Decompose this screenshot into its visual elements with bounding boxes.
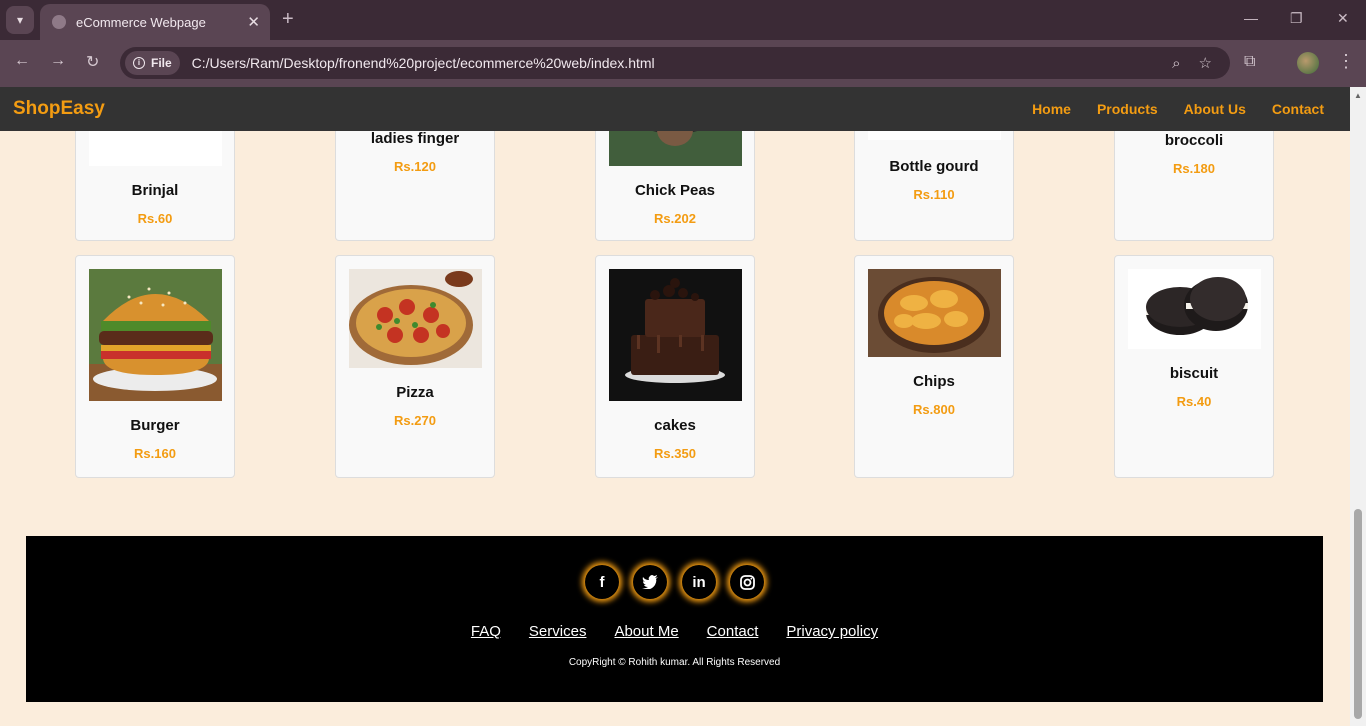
copyright-text: CopyRight © Rohith kumar. All Rights Res… [568, 657, 781, 668]
minimize-icon[interactable]: — [1244, 10, 1258, 26]
footer-link-privacy-policy[interactable]: Privacy policy [786, 623, 878, 640]
site-info-chip[interactable]: i File [125, 51, 180, 75]
window-close-icon[interactable]: ✕ [1337, 10, 1349, 27]
product-price: Rs.110 [913, 187, 955, 202]
new-tab-icon[interactable]: + [282, 8, 294, 30]
footer-link-about-me[interactable]: About Me [614, 623, 678, 640]
product-price: Rs.350 [654, 446, 696, 461]
product-price: Rs.270 [394, 413, 436, 428]
tab-title: eCommerce Webpage [76, 14, 206, 30]
product-name: Brinjal [131, 182, 179, 199]
burger-image [89, 269, 222, 401]
address-bar[interactable]: i File C:/Users/Ram/Desktop/fronend%20pr… [120, 47, 1230, 79]
footer-link-contact[interactable]: Contact [707, 623, 759, 640]
nav-contact[interactable]: Contact [1272, 101, 1324, 117]
brand-logo[interactable]: ShopEasy [13, 98, 105, 120]
site-footer: f in FAQ Services About Me Contact Priva… [26, 536, 1323, 702]
product-name: Chips [913, 373, 955, 390]
footer-link-faq[interactable]: FAQ [471, 623, 501, 640]
product-name: Burger [130, 417, 180, 434]
nav-links: Home Products About Us Contact [1032, 101, 1350, 117]
product-card[interactable]: Chips Rs.800 [854, 255, 1014, 478]
product-name: cakes [654, 417, 696, 434]
product-price: Rs.800 [913, 402, 955, 417]
product-name: Pizza [396, 384, 434, 401]
browser-tab-bar: ▾ eCommerce Webpage ✕ + — ❐ ✕ [0, 0, 1366, 40]
zoom-icon[interactable]: ⌕ [1172, 55, 1180, 72]
browser-tab[interactable]: eCommerce Webpage ✕ [40, 4, 270, 40]
biscuit-image [1128, 269, 1261, 349]
product-name: ladies finger [370, 130, 460, 147]
product-price: Rs.120 [394, 159, 436, 174]
forward-icon[interactable]: → [50, 52, 66, 70]
reload-icon[interactable]: ↻ [86, 52, 99, 72]
globe-icon [52, 15, 66, 29]
menu-icon[interactable]: ⋮ [1337, 51, 1355, 72]
linkedin-icon[interactable]: in [682, 565, 716, 599]
nav-home[interactable]: Home [1032, 101, 1071, 117]
browser-toolbar: ← → ↻ i File C:/Users/Ram/Desktop/fronen… [0, 40, 1366, 87]
extensions-icon[interactable]: ⧉ [1244, 53, 1255, 71]
product-name: biscuit [1169, 365, 1219, 382]
site-navbar: ShopEasy Home Products About Us Contact [0, 87, 1350, 131]
profile-avatar[interactable] [1297, 52, 1319, 74]
close-tab-icon[interactable]: ✕ [247, 13, 260, 31]
page-viewport: ShopEasy Home Products About Us Contact … [0, 87, 1350, 726]
scroll-up-icon[interactable]: ▲ [1354, 91, 1362, 100]
footer-links: FAQ Services About Me Contact Privacy po… [26, 623, 1323, 640]
tab-search-button[interactable]: ▾ [6, 6, 34, 34]
product-name: Chick Peas [634, 182, 716, 199]
twitter-icon[interactable] [633, 565, 667, 599]
product-price: Rs.180 [1173, 161, 1215, 176]
product-card[interactable]: cakes Rs.350 [595, 255, 755, 478]
site-info-label: File [151, 56, 172, 70]
product-name: broccoli [1164, 132, 1224, 149]
chips-image [868, 269, 1001, 357]
back-icon[interactable]: ← [14, 52, 30, 70]
nav-about-us[interactable]: About Us [1184, 101, 1246, 117]
url-text[interactable]: C:/Users/Ram/Desktop/fronend%20project/e… [192, 55, 1172, 71]
bookmark-star-icon[interactable]: ☆ [1199, 54, 1212, 72]
footer-link-services[interactable]: Services [529, 623, 587, 640]
product-card[interactable]: biscuit Rs.40 [1114, 255, 1274, 478]
info-icon: i [133, 57, 145, 69]
instagram-icon[interactable] [730, 565, 764, 599]
cake-image [609, 269, 742, 401]
product-price: Rs.160 [134, 446, 176, 461]
product-price: Rs.202 [654, 211, 696, 226]
pizza-image [349, 269, 482, 368]
restore-icon[interactable]: ❐ [1290, 10, 1303, 27]
nav-products[interactable]: Products [1097, 101, 1158, 117]
product-card[interactable]: Burger Rs.160 [75, 255, 235, 478]
product-price: Rs.60 [137, 211, 173, 226]
product-card[interactable]: Pizza Rs.270 [335, 255, 495, 478]
scroll-thumb[interactable] [1354, 509, 1362, 719]
page-scrollbar[interactable]: ▲ [1350, 87, 1366, 726]
facebook-icon[interactable]: f [585, 565, 619, 599]
product-price: Rs.40 [1176, 394, 1212, 409]
product-name: Bottle gourd [889, 158, 979, 175]
